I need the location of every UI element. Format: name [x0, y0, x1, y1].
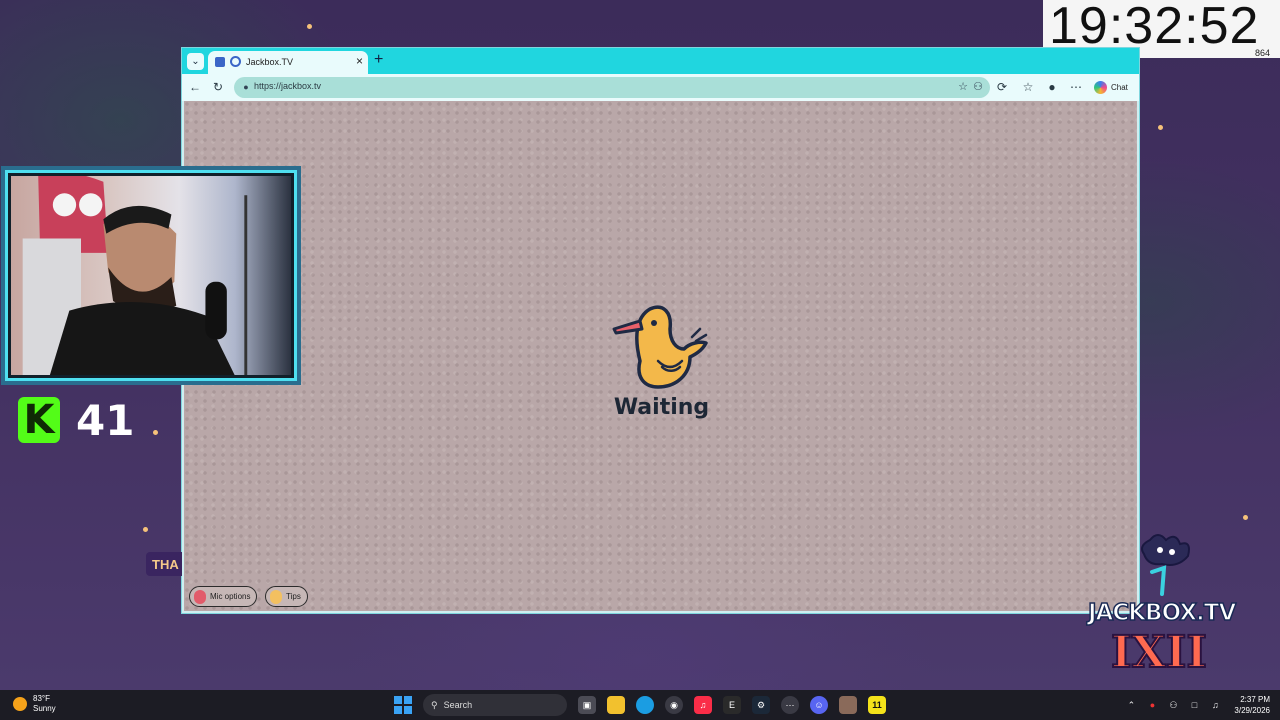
network-icon[interactable]: □ — [1188, 699, 1200, 711]
audio-playing-icon[interactable] — [230, 56, 241, 67]
copilot-icon — [1094, 81, 1107, 94]
obs-icon[interactable]: ◉ — [665, 696, 683, 714]
favorites-icon[interactable]: ☆ — [1020, 79, 1036, 95]
clock-time: 19:32:52 — [1049, 0, 1260, 55]
jackbox-logo-number: IXII — [1110, 627, 1208, 679]
apple-music-icon[interactable]: ♫ — [694, 696, 712, 714]
decor-speck — [307, 24, 312, 29]
search-placeholder: Search — [443, 700, 473, 710]
game-launcher-icon[interactable]: 11 — [868, 696, 886, 714]
tab-jackbox[interactable]: Jackbox.TV × — [208, 51, 368, 74]
site-info-icon[interactable]: ● — [240, 81, 252, 93]
decor-speck — [1158, 125, 1163, 130]
more-menu-icon[interactable]: ⋯ — [1068, 79, 1084, 95]
epic-games-icon[interactable]: E — [723, 696, 741, 714]
weather-temp: 83°F — [33, 694, 50, 703]
waiting-status: Waiting — [613, 395, 710, 420]
tab-strip: ⌄ Jackbox.TV × + — [182, 48, 1139, 74]
sun-icon — [13, 697, 27, 711]
volume-icon[interactable]: ♫ — [1209, 699, 1221, 711]
address-bar[interactable]: ● https://jackbox.tv ☆ ⚇ — [234, 77, 990, 98]
back-arrow-icon[interactable]: ← — [187, 79, 203, 95]
refresh-icon[interactable]: ↻ — [210, 79, 226, 95]
mic-options-label: Mic options — [210, 592, 251, 601]
mic-options-button[interactable]: Mic options — [189, 586, 258, 607]
microphone-tray-icon[interactable]: ⚇ — [1167, 699, 1179, 711]
search-icon: ⚲ — [431, 699, 438, 710]
decor-speck — [143, 527, 148, 532]
extensions-icon[interactable]: ⟳ — [994, 79, 1010, 95]
taskbar-apps: ⚲ Search ▣ ◉ ♫ E ⚙ ⋯ ☺ 11 — [394, 693, 886, 717]
kick-follower-count: 41 — [76, 396, 135, 445]
task-view-icon[interactable]: ▣ — [578, 696, 596, 714]
url-text[interactable]: https://jackbox.tv — [254, 81, 321, 91]
app-icon[interactable]: ⋯ — [781, 696, 799, 714]
windows-start-icon[interactable] — [394, 696, 412, 714]
side-banner: THA — [146, 552, 182, 576]
windows-taskbar: 83°F Sunny ⚲ Search ▣ ◉ ♫ E ⚙ ⋯ ☺ 11 ⌃ ●… — [0, 690, 1280, 720]
tips-button[interactable]: Tips — [265, 586, 308, 607]
discord-icon[interactable]: ☺ — [810, 696, 828, 714]
tab-title: Jackbox.TV — [246, 57, 294, 67]
taskbar-search[interactable]: ⚲ Search — [423, 694, 567, 716]
browser-window: ⌄ Jackbox.TV × + ← ↻ ● https://jackbox.t… — [181, 47, 1140, 614]
clock-subtext: 864 — [1254, 48, 1270, 58]
webcam-feed — [1, 166, 301, 385]
voice-search-icon[interactable]: ⚇ — [973, 80, 983, 93]
decor-speck — [153, 430, 158, 435]
duck-mascot-icon — [612, 305, 708, 389]
weather-widget[interactable]: 83°F Sunny — [13, 694, 56, 714]
browser-toolbar: ← ↻ ● https://jackbox.tv ☆ ⚇ ⟳ ☆ ● ⋯ Cha… — [182, 74, 1139, 101]
jackbox-logo-name: JACKBOX.TV — [1087, 599, 1237, 627]
taskbar-clock[interactable]: 2:37 PM 3/29/2026 — [1234, 694, 1270, 716]
kick-logo-icon: K — [18, 397, 60, 443]
taskbar-time: 2:37 PM — [1240, 695, 1270, 704]
new-tab-button[interactable]: + — [374, 52, 383, 68]
tips-hand-icon — [270, 589, 282, 604]
jackbox-favicon-icon — [215, 57, 225, 67]
edge-browser-icon[interactable] — [636, 696, 654, 714]
jackbox-page: Waiting Mic options Tips — [184, 101, 1137, 611]
chevron-up-icon[interactable]: ⌃ — [1125, 699, 1137, 711]
tray-app-icon[interactable]: ● — [1146, 699, 1158, 711]
webcam-scene — [11, 176, 291, 375]
steam-icon[interactable]: ⚙ — [752, 696, 770, 714]
taskbar-date: 3/29/2026 — [1234, 706, 1270, 715]
copilot-chat-button[interactable]: Chat — [1094, 79, 1128, 96]
tab-close-icon[interactable]: × — [356, 54, 363, 68]
tab-actions-chevron-icon[interactable]: ⌄ — [187, 53, 204, 70]
decor-speck — [1243, 515, 1248, 520]
file-explorer-icon[interactable] — [607, 696, 625, 714]
system-tray: ⌃ ● ⚇ □ ♫ 2:37 PM 3/29/2026 — [1125, 693, 1270, 717]
tips-label: Tips — [286, 592, 301, 601]
favorite-star-icon[interactable]: ☆ — [958, 80, 968, 93]
profile-avatar-icon[interactable]: ● — [1044, 79, 1060, 95]
streamer-silhouette — [22, 176, 248, 375]
image-app-icon[interactable] — [839, 696, 857, 714]
weather-condition: Sunny — [33, 704, 56, 713]
chat-label: Chat — [1111, 83, 1128, 92]
microphone-icon — [194, 589, 206, 604]
